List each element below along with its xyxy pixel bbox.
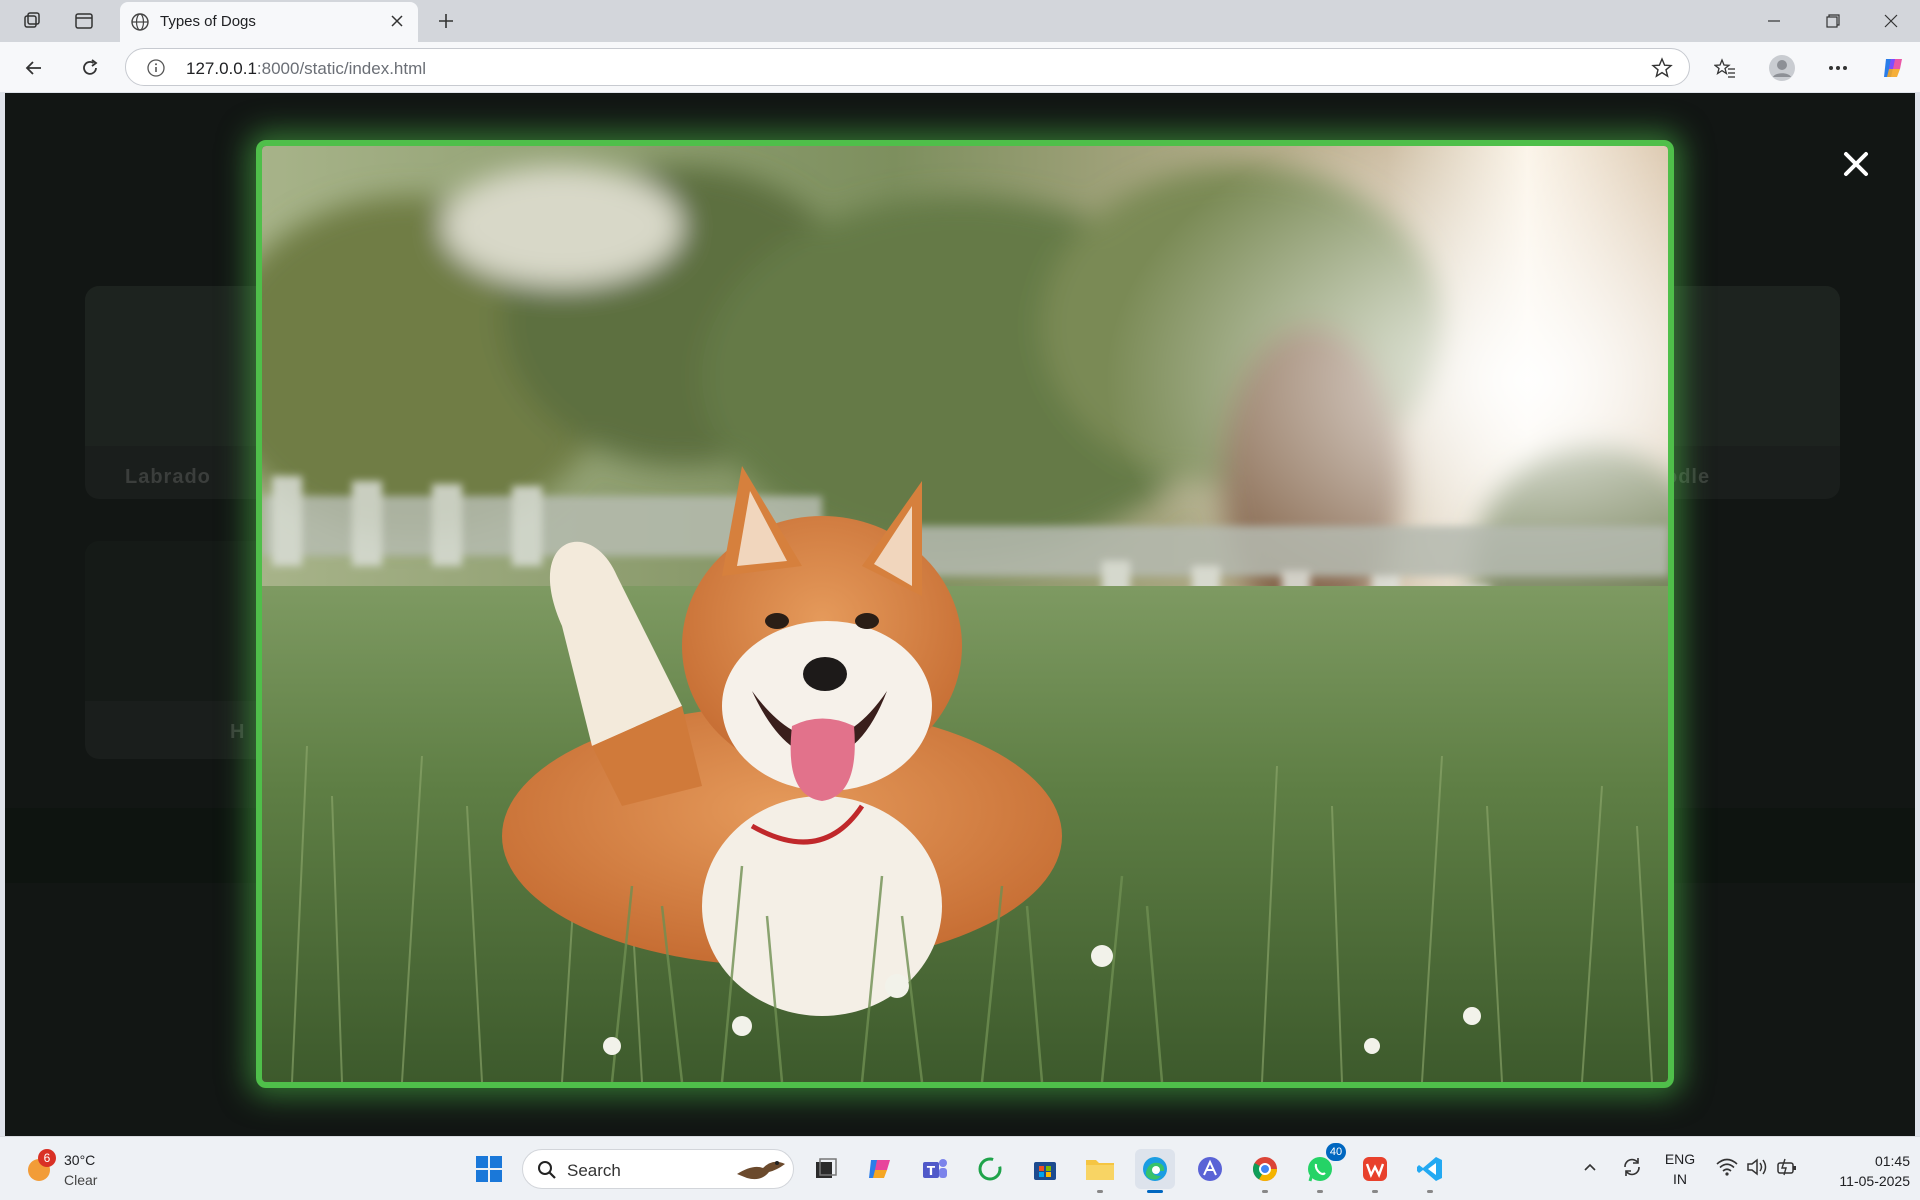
url-text[interactable]: 127.0.0.1:8000/static/index.html <box>186 59 426 79</box>
dog-card-image <box>85 286 285 446</box>
svg-text:T: T <box>927 1164 936 1178</box>
system-clock[interactable]: 01:45 11-05-2025 <box>1810 1151 1910 1191</box>
workspaces-icon[interactable] <box>18 8 46 34</box>
refresh-button[interactable] <box>74 52 106 84</box>
favorite-star-icon[interactable] <box>1651 57 1673 84</box>
chrome-icon[interactable] <box>1245 1149 1285 1193</box>
close-tab-icon[interactable] <box>388 12 406 30</box>
vscode-icon[interactable] <box>1410 1149 1450 1193</box>
weather-temperature[interactable]: 30°C <box>64 1152 95 1168</box>
search-highlight-icon <box>733 1154 789 1191</box>
weather-condition[interactable]: Clear <box>64 1172 97 1188</box>
refresh-app-icon[interactable] <box>970 1149 1010 1189</box>
back-button[interactable] <box>18 52 50 84</box>
favorites-icon[interactable] <box>1709 52 1741 84</box>
dog-card-labrador[interactable]: Labrado <box>85 286 285 499</box>
more-options-icon[interactable] <box>1822 52 1854 84</box>
page-viewport: Labrado odle H <box>5 93 1915 1136</box>
whatsapp-icon[interactable]: 40 <box>1300 1143 1346 1193</box>
region-indicator[interactable]: IN <box>1660 1171 1700 1187</box>
windows-taskbar: 6 30°C Clear Search T 40 ENG IN 01:45 11… <box>0 1136 1920 1200</box>
shiba-inu-photo <box>262 146 1668 1082</box>
start-button[interactable] <box>469 1149 509 1189</box>
wps-office-icon[interactable] <box>1355 1149 1395 1193</box>
browser-tab-bar: Types of Dogs <box>0 0 1920 42</box>
taskbar-search[interactable]: Search <box>522 1149 794 1189</box>
vertical-tabs-icon[interactable] <box>70 8 98 34</box>
teams-icon[interactable]: T <box>915 1149 955 1189</box>
whatsapp-unread-badge: 40 <box>1326 1143 1346 1161</box>
search-icon <box>537 1160 557 1185</box>
address-bar[interactable]: 127.0.0.1:8000/static/index.html <box>125 48 1690 86</box>
tab-title: Types of Dogs <box>160 13 256 30</box>
minimize-button[interactable] <box>1752 8 1796 34</box>
file-explorer-icon[interactable] <box>1080 1149 1120 1193</box>
copilot-icon[interactable] <box>1877 52 1909 84</box>
copilot-app-icon[interactable] <box>860 1149 900 1189</box>
edge-browser-icon[interactable] <box>1135 1149 1175 1193</box>
store-icon[interactable] <box>1025 1149 1065 1189</box>
site-info-icon[interactable] <box>146 58 166 83</box>
sync-icon[interactable] <box>1620 1155 1644 1184</box>
restore-button[interactable] <box>1811 8 1855 34</box>
dog-card-image <box>85 541 285 701</box>
dog-card-label: H <box>230 721 246 743</box>
battery-icon[interactable] <box>1776 1157 1798 1182</box>
task-view-icon[interactable] <box>806 1149 846 1189</box>
close-lightbox-button[interactable] <box>1836 144 1876 184</box>
globe-icon <box>130 12 150 37</box>
tab-types-of-dogs[interactable]: Types of Dogs <box>120 2 418 42</box>
search-label: Search <box>567 1161 621 1180</box>
show-hidden-icons-chevron-icon[interactable] <box>1582 1159 1598 1180</box>
volume-icon[interactable] <box>1746 1157 1768 1182</box>
browser-toolbar: 127.0.0.1:8000/static/index.html <box>0 42 1920 92</box>
weather-alert-badge: 6 <box>38 1149 56 1167</box>
close-window-button[interactable] <box>1869 8 1913 34</box>
language-indicator[interactable]: ENG <box>1660 1151 1700 1167</box>
dog-card-label: Labrado <box>125 466 211 488</box>
dog-card-husky[interactable]: H <box>85 541 285 759</box>
wifi-icon[interactable] <box>1716 1157 1738 1182</box>
profile-avatar[interactable] <box>1766 52 1798 84</box>
clock-date: 11-05-2025 <box>1839 1173 1910 1189</box>
new-tab-button[interactable] <box>432 8 460 34</box>
lightbox-image-frame <box>256 140 1674 1088</box>
app-icon[interactable] <box>1190 1149 1230 1189</box>
clock-time: 01:45 <box>1874 1153 1910 1169</box>
